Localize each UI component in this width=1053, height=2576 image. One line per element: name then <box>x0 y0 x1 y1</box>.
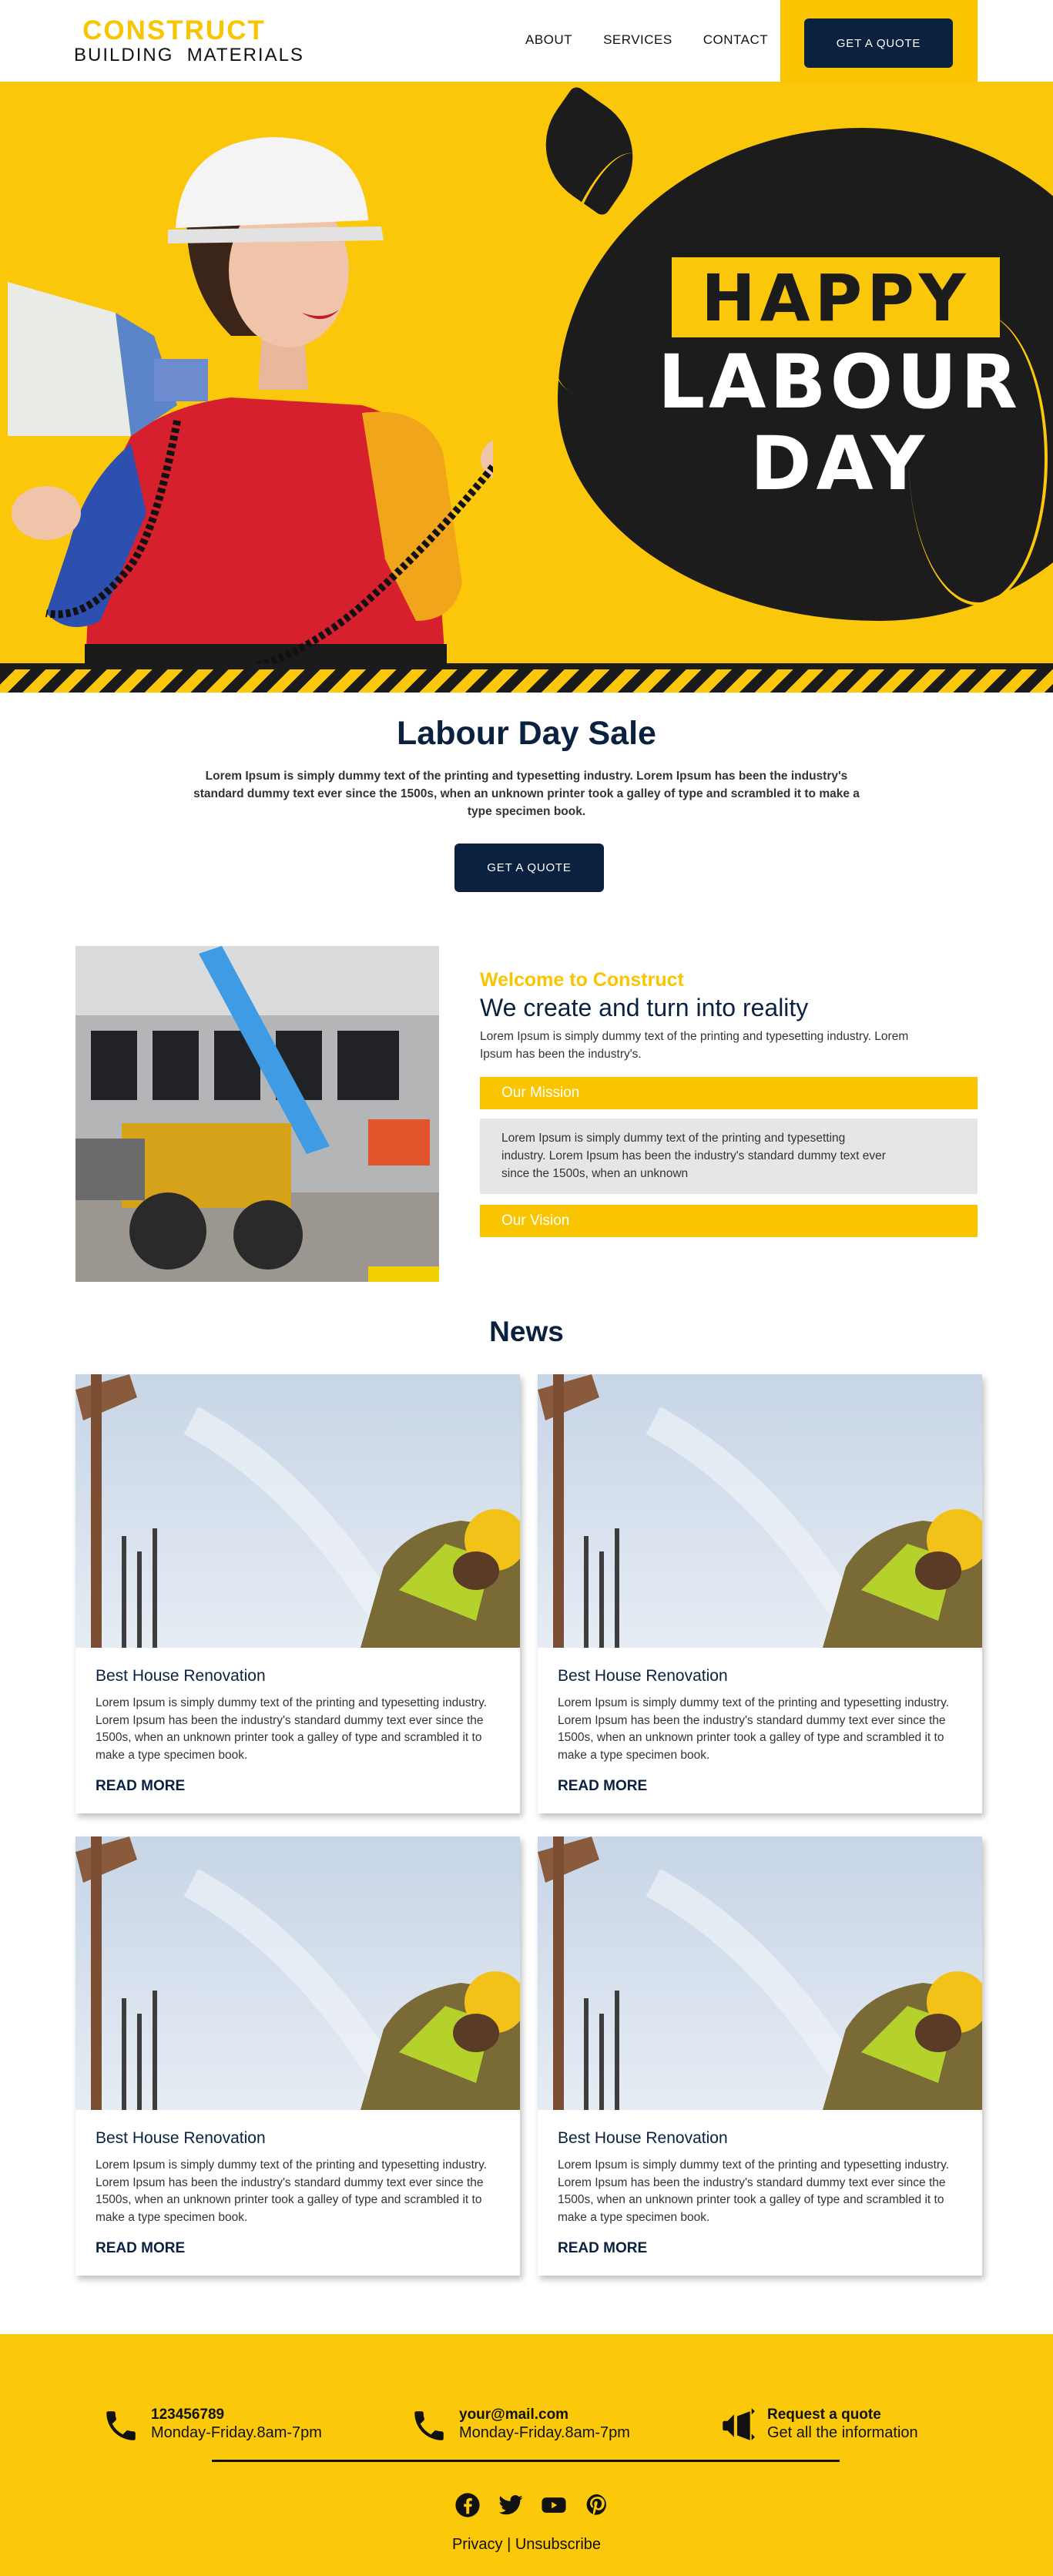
news-card-title: Best House Renovation <box>96 2129 266 2147</box>
news-card: Best House Renovation Lorem Ipsum is sim… <box>538 1836 982 2276</box>
news-card-title: Best House Renovation <box>558 1667 728 1685</box>
news-card-text: Lorem Ipsum is simply dummy text of the … <box>96 1696 487 1762</box>
worker-woman-image <box>8 137 493 683</box>
phone-icon <box>106 2411 136 2440</box>
sale-text: Lorem Ipsum is simply dummy text of the … <box>193 770 860 818</box>
sale-title: Labour Day Sale <box>397 715 656 752</box>
news-card-image <box>75 1836 520 2110</box>
footer-quote-title[interactable]: Request a quote <box>767 2407 918 2423</box>
footer-link-separator: | <box>507 2536 511 2553</box>
hero-banner: HAPPY LABOUR DAY <box>0 82 1053 693</box>
footer-email: your@mail.com Monday-Friday.8am-7pm <box>410 2407 630 2445</box>
welcome-title: We create and turn into reality <box>480 994 809 1021</box>
footer-quote-line: Get all the information <box>767 2424 918 2441</box>
pinterest-icon[interactable] <box>584 2492 610 2518</box>
news-card-text: Lorem Ipsum is simply dummy text of the … <box>558 2158 949 2224</box>
logo[interactable]: CONSTRUCT BUILDING MATERIALS <box>74 15 304 66</box>
news-title: News <box>489 1316 564 1347</box>
header-get-quote-button[interactable]: GET A QUOTE <box>804 18 953 68</box>
footer-email-address[interactable]: your@mail.com <box>459 2407 630 2423</box>
news-card: Best House Renovation Lorem Ipsum is sim… <box>75 1374 520 1813</box>
phone-icon <box>414 2411 444 2440</box>
hero-line-labour: LABOUR <box>657 339 1022 425</box>
privacy-link[interactable]: Privacy <box>452 2536 503 2553</box>
news-card-image <box>538 1836 982 2110</box>
vision-accordion-header[interactable]: Our Vision <box>480 1205 978 1237</box>
site-footer: 123456789 Monday-Friday.8am-7pm your@mai… <box>0 2334 1053 2576</box>
read-more-link[interactable]: READ MORE <box>96 2240 185 2257</box>
footer-phone: 123456789 Monday-Friday.8am-7pm <box>102 2407 322 2445</box>
sale-get-quote-button[interactable]: GET A QUOTE <box>454 844 604 892</box>
nav-contact[interactable]: CONTACT <box>703 32 768 48</box>
news-card: Best House Renovation Lorem Ipsum is sim… <box>75 1836 520 2276</box>
footer-phone-hours: Monday-Friday.8am-7pm <box>151 2424 322 2441</box>
unsubscribe-link[interactable]: Unsubscribe <box>515 2536 601 2553</box>
news-card-title: Best House Renovation <box>558 2129 728 2147</box>
hazard-bar <box>0 663 1053 669</box>
header-quote-panel: GET A QUOTE <box>780 0 978 82</box>
news-card-text: Lorem Ipsum is simply dummy text of the … <box>96 2158 487 2224</box>
nav-services[interactable]: SERVICES <box>603 32 672 48</box>
mission-accordion-header[interactable]: Our Mission <box>480 1077 978 1109</box>
welcome-kicker: Welcome to Construct <box>480 969 684 991</box>
main-nav: ABOUT SERVICES CONTACT <box>525 32 799 48</box>
hero-line-day: DAY <box>750 421 930 507</box>
social-links <box>454 2492 610 2518</box>
news-card-title: Best House Renovation <box>96 1667 266 1685</box>
megaphone-icon <box>723 2408 755 2440</box>
footer-phone-number[interactable]: 123456789 <box>151 2407 322 2423</box>
read-more-link[interactable]: READ MORE <box>558 2240 647 2257</box>
footer-quote: Request a quote Get all the information <box>718 2407 918 2445</box>
mission-accordion-body: Lorem Ipsum is simply dummy text of the … <box>480 1119 978 1194</box>
news-card: Best House Renovation Lorem Ipsum is sim… <box>538 1374 982 1813</box>
footer-divider <box>212 2460 840 2462</box>
footer-email-hours: Monday-Friday.8am-7pm <box>459 2424 630 2441</box>
site-header: CONSTRUCT BUILDING MATERIALS ABOUT SERVI… <box>0 0 1053 82</box>
news-card-image <box>75 1374 520 1648</box>
facebook-icon[interactable] <box>454 2492 481 2518</box>
news-card-text: Lorem Ipsum is simply dummy text of the … <box>558 1696 949 1762</box>
hazard-stripes <box>0 669 1053 693</box>
logo-bottom: BUILDING MATERIALS <box>74 45 304 65</box>
construction-site-image <box>75 946 439 1282</box>
twitter-icon[interactable] <box>498 2492 524 2518</box>
news-card-image <box>538 1374 982 1648</box>
nav-about[interactable]: ABOUT <box>525 32 572 48</box>
welcome-text: Lorem Ipsum is simply dummy text of the … <box>480 1030 909 1061</box>
mission-text: Lorem Ipsum is simply dummy text of the … <box>501 1132 886 1180</box>
hero-line-happy: HAPPY <box>701 260 971 336</box>
youtube-icon[interactable] <box>541 2492 567 2518</box>
read-more-link[interactable]: READ MORE <box>96 1778 185 1795</box>
read-more-link[interactable]: READ MORE <box>558 1778 647 1795</box>
logo-top: CONSTRUCT <box>82 15 266 45</box>
footer-links: Privacy | Unsubscribe <box>0 2536 1053 2554</box>
